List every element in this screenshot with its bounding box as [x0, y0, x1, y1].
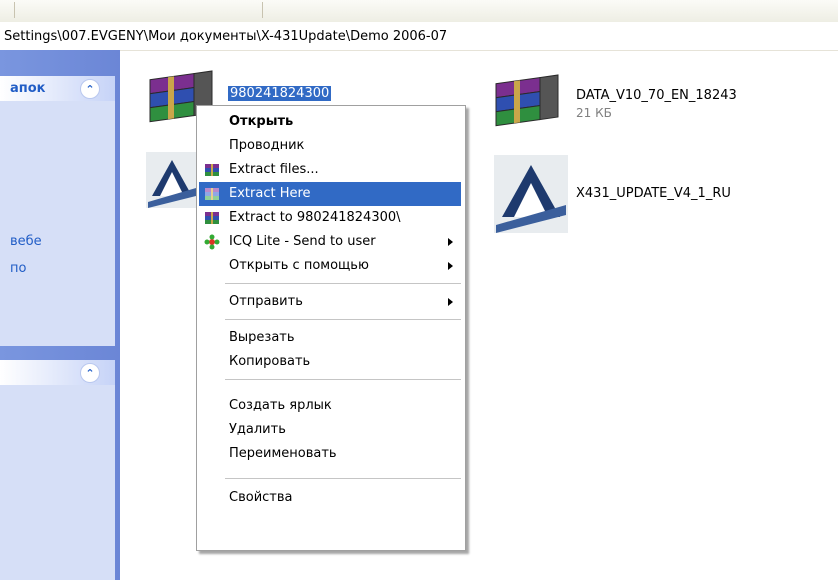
file-name[interactable]: 980241824300	[228, 86, 332, 101]
address-path[interactable]: Settings\007.EVGENY\Мои документы\X-431U…	[4, 29, 447, 44]
menu-item-label: Extract Here	[229, 186, 311, 201]
menu-item-label: Вырезать	[229, 330, 295, 345]
menu-item-cut[interactable]: Вырезать	[199, 326, 461, 350]
winrar-icon	[204, 210, 220, 226]
toolbar-separator	[14, 2, 15, 18]
task-pane-link[interactable]: вебе	[10, 234, 42, 249]
menu-separator	[225, 319, 461, 320]
menu-separator	[225, 283, 461, 284]
task-pane-section-other: ⌃	[0, 360, 115, 580]
menu-item-rename[interactable]: Переименовать	[199, 442, 461, 466]
menu-item-extract-files[interactable]: Extract files...	[199, 158, 461, 182]
submenu-arrow-icon	[448, 262, 453, 270]
menu-item-explorer[interactable]: Проводник	[199, 134, 461, 158]
menu-item-open[interactable]: Открыть	[199, 110, 461, 134]
winrar-icon	[204, 162, 220, 178]
menu-item-label: Копировать	[229, 354, 311, 369]
launch-app-icon[interactable]	[146, 152, 198, 212]
submenu-arrow-icon	[448, 298, 453, 306]
menu-item-extract-to[interactable]: Extract to 980241824300\	[199, 206, 461, 230]
menu-item-label: Открыть с помощью	[229, 258, 369, 273]
file-name[interactable]: DATA_V10_70_EN_18243	[576, 88, 737, 103]
address-bar[interactable]: Settings\007.EVGENY\Мои документы\X-431U…	[0, 22, 838, 51]
menu-separator	[225, 379, 461, 380]
menu-item-label: Открыть	[229, 114, 294, 129]
menu-item-send-to[interactable]: Отправить	[199, 290, 461, 314]
context-menu: Открыть Проводник Extract files... Extra…	[196, 105, 466, 551]
winrar-icon	[204, 186, 220, 202]
menu-item-open-with[interactable]: Открыть с помощью	[199, 254, 461, 278]
menu-item-label: Проводник	[229, 138, 305, 153]
collapse-chevron-icon[interactable]: ⌃	[80, 363, 100, 383]
task-pane: апок ⌃ вебе по ⌃	[0, 50, 120, 580]
menu-item-label: Создать ярлык	[229, 398, 332, 413]
menu-item-label: ICQ Lite - Send to user	[229, 234, 376, 249]
winrar-archive-icon[interactable]	[494, 72, 566, 134]
menu-item-properties[interactable]: Свойства	[199, 486, 461, 510]
toolbar-separator	[262, 2, 263, 18]
icq-flower-icon	[204, 234, 220, 250]
menu-item-icq-send[interactable]: ICQ Lite - Send to user	[199, 230, 461, 254]
menu-item-label: Extract to 980241824300\	[229, 210, 401, 225]
menu-item-label: Удалить	[229, 422, 286, 437]
menu-item-create-shortcut[interactable]: Создать ярлык	[199, 394, 461, 418]
menu-item-label: Отправить	[229, 294, 303, 309]
task-pane-section-header[interactable]: ⌃	[0, 360, 115, 385]
toolbar-strip	[0, 0, 838, 23]
task-pane-link[interactable]: по	[10, 261, 26, 276]
menu-item-extract-here[interactable]: Extract Here	[199, 182, 461, 206]
file-size: 21 КБ	[576, 106, 612, 120]
menu-item-label: Extract files...	[229, 162, 319, 177]
task-pane-section-folders: апок ⌃ вебе по	[0, 76, 115, 346]
menu-item-copy[interactable]: Копировать	[199, 350, 461, 374]
submenu-arrow-icon	[448, 238, 453, 246]
menu-item-label: Свойства	[229, 490, 293, 505]
launch-app-icon[interactable]	[494, 155, 568, 237]
task-pane-section-title: апок	[10, 81, 46, 96]
menu-item-delete[interactable]: Удалить	[199, 418, 461, 442]
file-name[interactable]: X431_UPDATE_V4_1_RU	[576, 186, 731, 201]
menu-item-label: Переименовать	[229, 446, 337, 461]
collapse-chevron-icon[interactable]: ⌃	[80, 79, 100, 99]
menu-separator	[225, 478, 461, 479]
task-pane-section-header[interactable]: апок ⌃	[0, 76, 115, 101]
